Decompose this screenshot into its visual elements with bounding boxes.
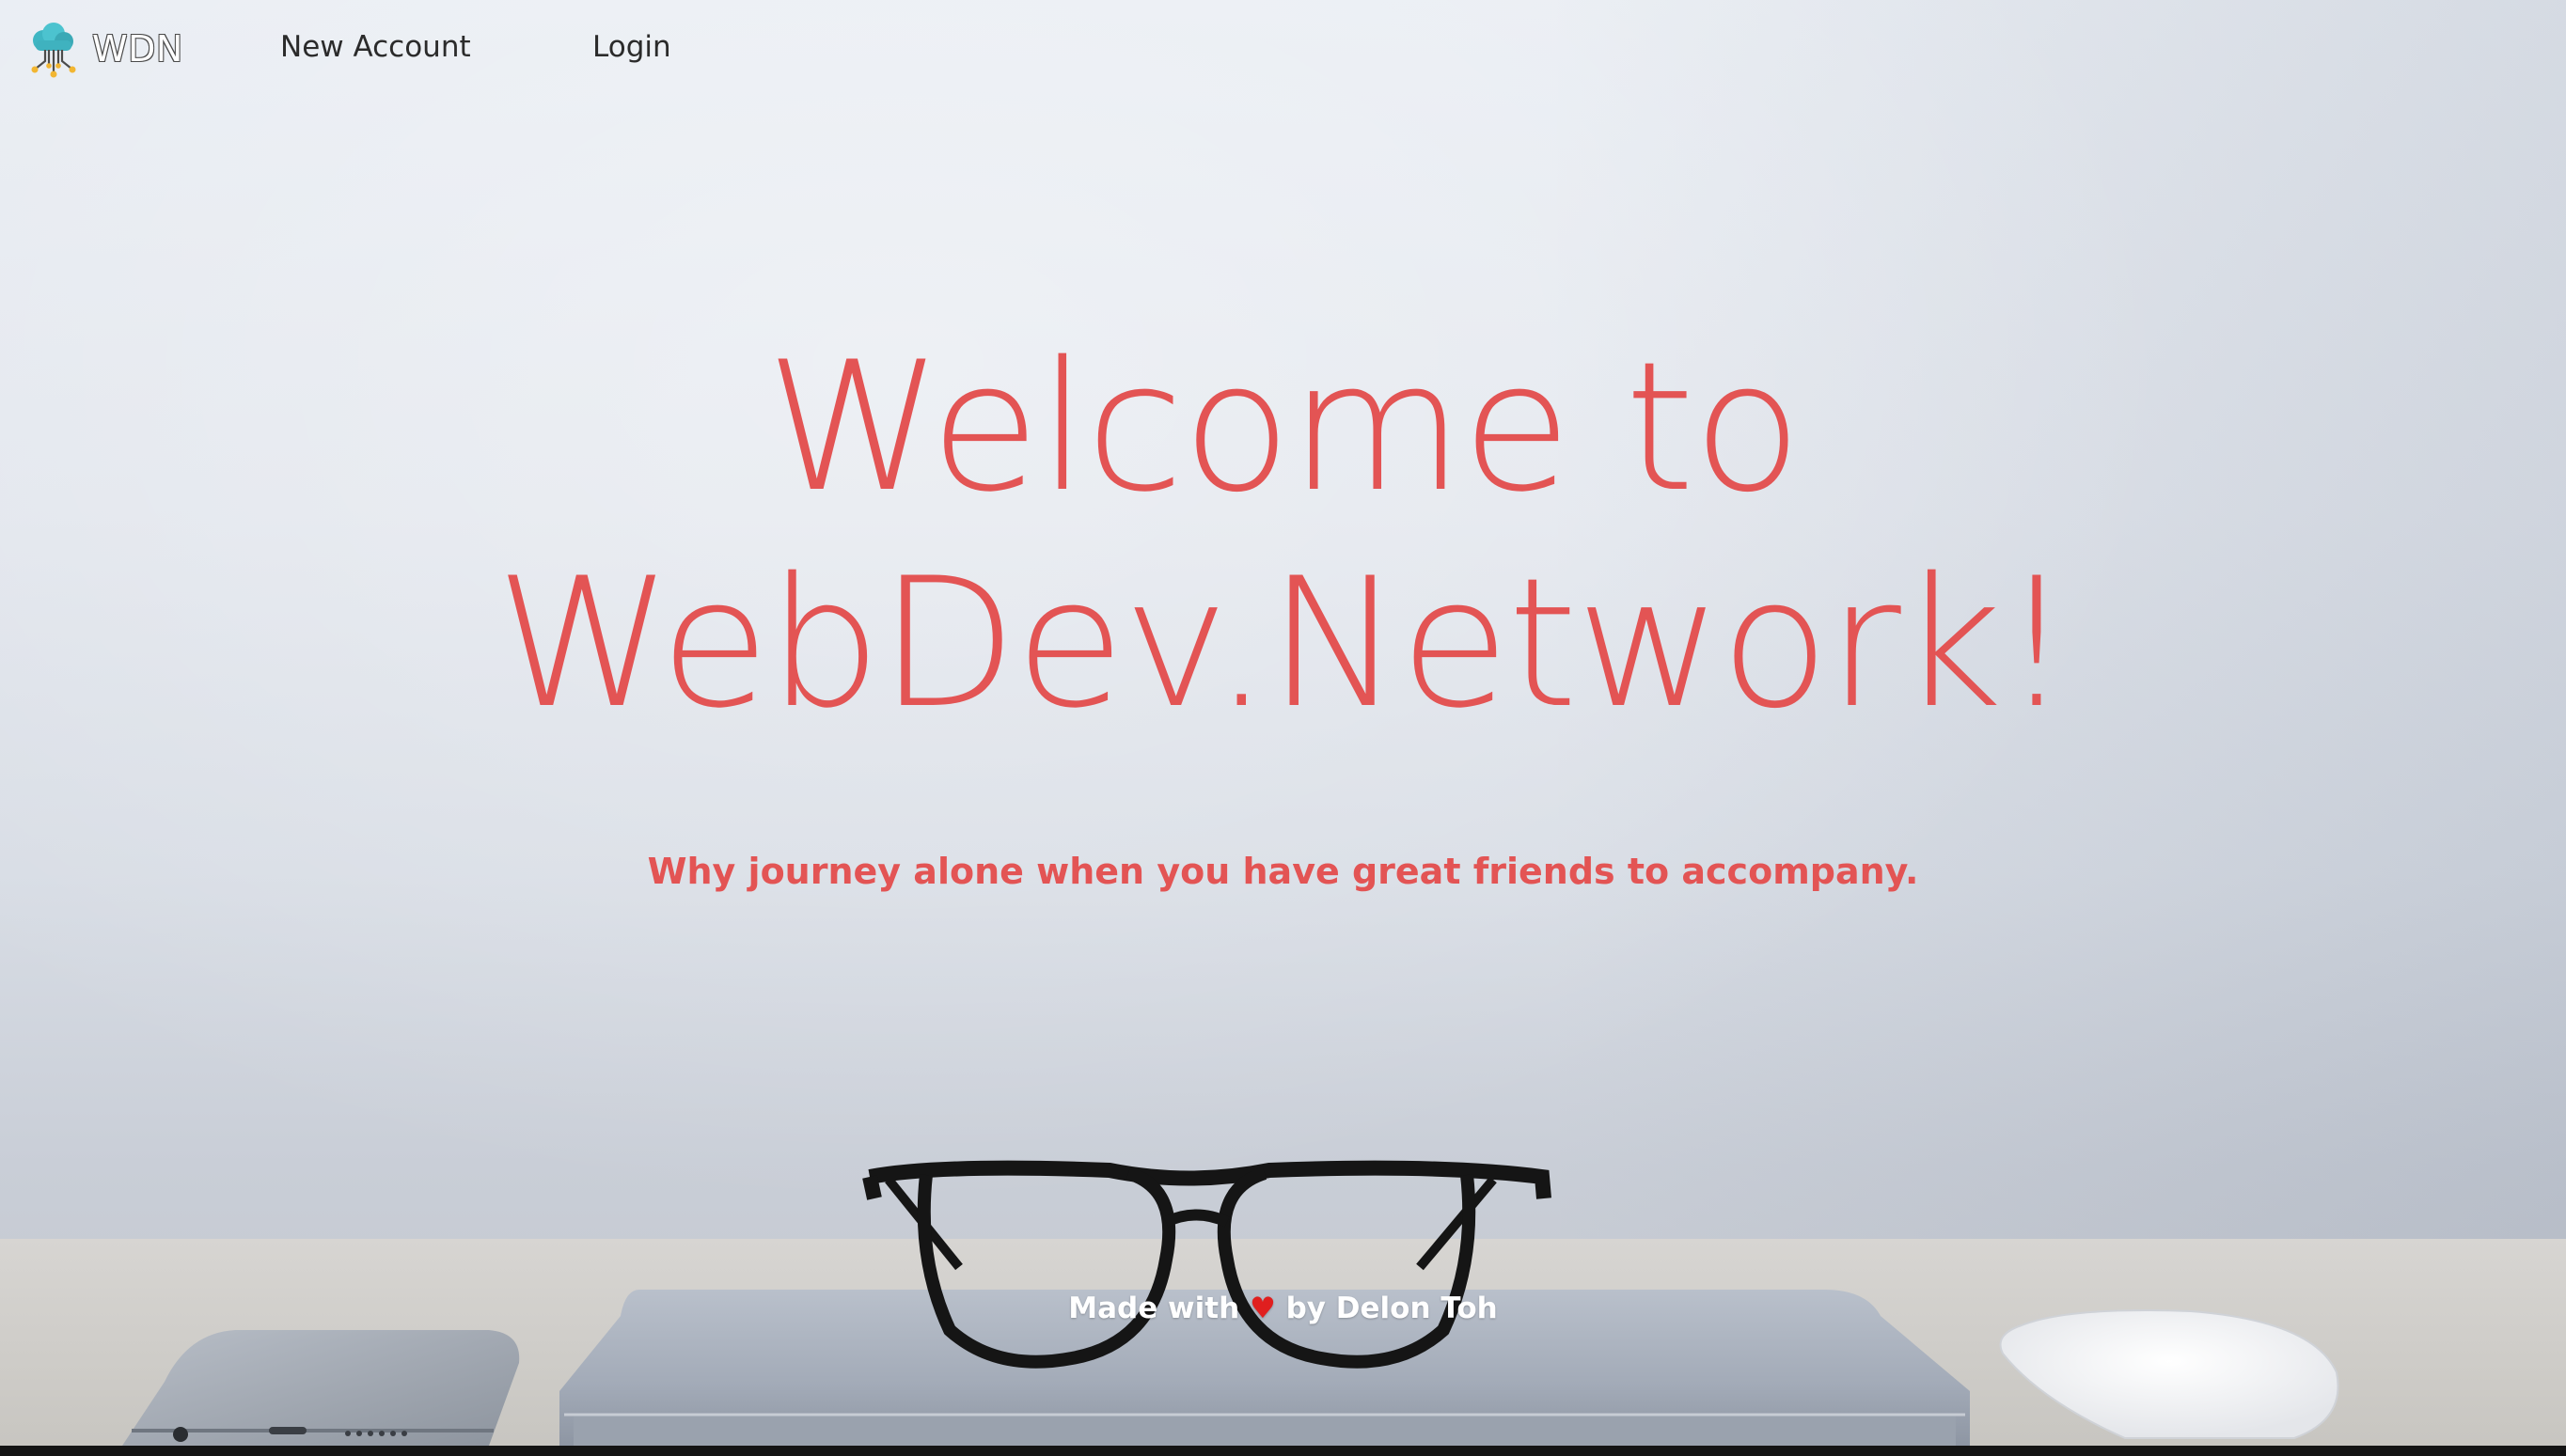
heart-icon: ♥: [1250, 1292, 1276, 1325]
cloud-network-icon: [31, 23, 76, 78]
hero-title: Welcome to WebDev.Network!: [0, 320, 2566, 752]
footer-credit: Made with ♥ by Delon Toh: [0, 1292, 2566, 1325]
bottom-edge: [0, 1446, 2566, 1456]
brand-name: WDN: [92, 28, 183, 70]
smartphone: [122, 1330, 520, 1446]
navbar: WDN New Account Login: [0, 0, 2566, 98]
brand-link[interactable]: WDN: [23, 20, 183, 78]
new-account-link[interactable]: New Account: [280, 30, 471, 64]
made-with-text: Made with: [1068, 1292, 1240, 1325]
landing-page: WDN New Account Login Welcome to WebDev.…: [0, 0, 2566, 1456]
hero-title-line-1: Welcome to: [765, 323, 1802, 531]
computer-mouse: [1999, 1309, 2339, 1439]
hero-title-line-2: WebDev.Network!: [496, 540, 2072, 747]
login-link[interactable]: Login: [592, 30, 671, 64]
author-text: by Delon Toh: [1285, 1292, 1498, 1325]
hero-subtitle: Why journey alone when you have great fr…: [647, 851, 1919, 892]
